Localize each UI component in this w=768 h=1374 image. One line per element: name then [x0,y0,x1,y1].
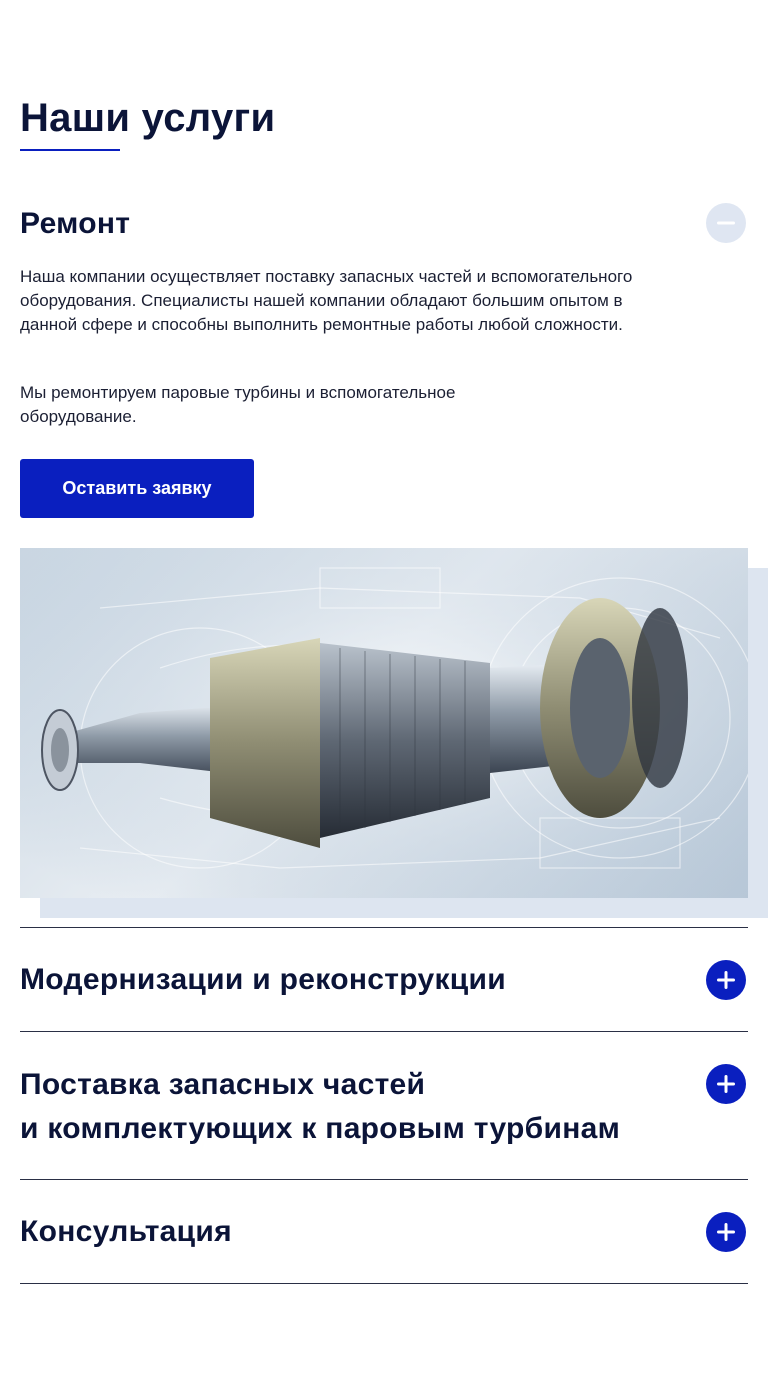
expand-toggle-consultation[interactable] [706,1212,746,1252]
submit-request-button[interactable]: Оставить заявку [20,459,254,518]
plus-icon [717,1223,735,1241]
service-title-spare-parts[interactable]: Поставка запасных частей и комплектующих… [20,1063,620,1151]
divider [20,1031,748,1032]
divider [20,1283,748,1284]
service-title-line: и комплектующих к паровым турбинам [20,1112,621,1145]
turbine-image [20,548,748,898]
divider [20,1179,748,1180]
service-title-modernization[interactable]: Модернизации и реконструкции [20,958,506,1002]
expand-toggle-spare-parts[interactable] [706,1064,746,1104]
service-description-2: Мы ремонтируем паровые турбины и вспомог… [20,383,456,426]
plus-icon [717,1075,735,1093]
minus-icon [717,221,735,225]
service-title-repair[interactable]: Ремонт [20,202,130,246]
collapse-toggle-repair[interactable] [706,203,746,243]
page-title: Наши услуги [20,96,276,140]
divider [20,927,748,928]
service-description: Наша компании осуществляет поставку запа… [20,267,633,334]
steam-turbine-illustration [20,548,748,898]
expand-toggle-modernization[interactable] [706,960,746,1000]
service-title-consultation[interactable]: Консультация [20,1210,232,1254]
plus-icon [717,971,735,989]
service-title-line: Поставка запасных частей [20,1068,426,1101]
title-underline [20,149,120,151]
